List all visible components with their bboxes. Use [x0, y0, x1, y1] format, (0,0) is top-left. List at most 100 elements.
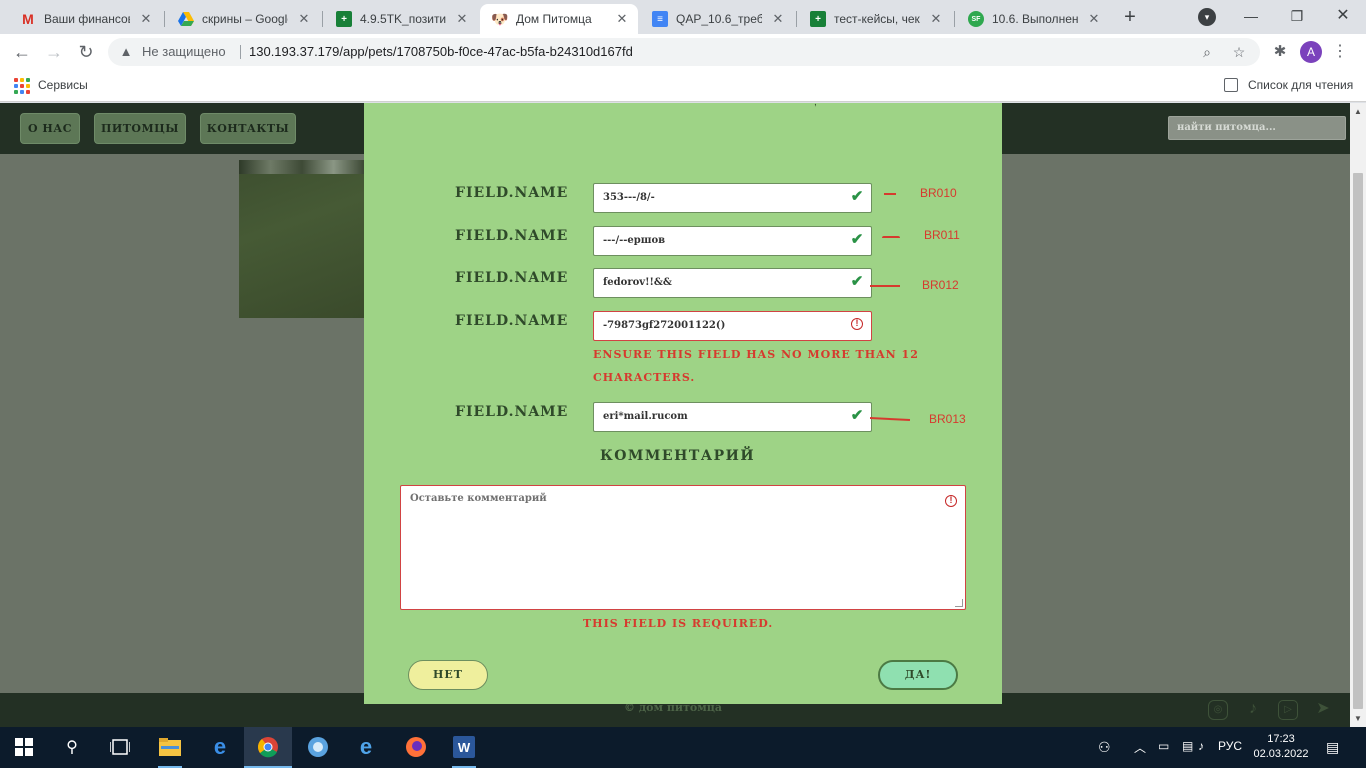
people-icon[interactable]: ⚇ — [1098, 739, 1111, 756]
tab-dom-pitomtsa[interactable]: 🐶 Дом Питомца ✕ — [480, 4, 638, 34]
dog-icon: 🐶 — [491, 10, 509, 27]
check-icon: ✔ — [850, 273, 864, 290]
tab-separator — [164, 11, 165, 27]
google-drive-icon — [178, 11, 194, 27]
forward-arrow-icon[interactable]: → — [42, 40, 66, 64]
reading-list-label[interactable]: Список для чтения — [1248, 78, 1353, 92]
battery-icon[interactable]: ▭ — [1158, 739, 1169, 753]
browser-toolbar: ← → ↻ ▲ Не защищено 130.193.37.179/app/p… — [0, 34, 1366, 70]
error-icon: ! — [945, 495, 957, 507]
new-tab-button[interactable]: + — [1118, 6, 1142, 30]
clock-date: 02.03.2022 — [1253, 748, 1309, 760]
task-view-icon[interactable] — [108, 735, 132, 759]
field-label: FIELD.NAME — [455, 228, 569, 244]
apps-grid-icon[interactable] — [14, 78, 30, 94]
address-bar[interactable]: ▲ Не защищено 130.193.37.179/app/pets/17… — [108, 38, 1260, 66]
security-label[interactable]: Не защищено — [142, 44, 226, 59]
bookmarks-bar: Сервисы Список для чтения — [0, 70, 1366, 102]
menu-icon[interactable]: ⋮ — [1332, 40, 1348, 64]
no-button[interactable]: Нет — [408, 660, 488, 690]
close-icon[interactable]: ✕ — [928, 11, 944, 27]
pet-photo-detail — [239, 160, 365, 174]
yes-button[interactable]: Да! — [878, 660, 958, 690]
reload-icon[interactable]: ↻ — [74, 40, 98, 64]
close-icon[interactable]: ✕ — [296, 11, 312, 27]
close-icon[interactable]: ✕ — [1086, 11, 1102, 27]
profile-avatar[interactable]: A — [1300, 41, 1322, 63]
nav-pets[interactable]: питомцы — [94, 113, 186, 144]
minimize-button[interactable]: — — [1228, 4, 1274, 28]
extensions-icon[interactable]: ✱ — [1270, 42, 1290, 62]
form-field-row: FIELD.NAME eri*mail.rucom ✔ — [364, 402, 1002, 432]
notification-icon[interactable]: ▤ — [1326, 739, 1339, 756]
windows-start-icon[interactable] — [12, 735, 36, 759]
close-icon[interactable]: ✕ — [614, 11, 630, 27]
tiktok-icon[interactable]: ♪ — [1243, 700, 1263, 720]
form-field-row: FIELD.NAME -79873gf272001122() ! — [364, 311, 1002, 341]
nav-about[interactable]: о нас — [20, 113, 80, 144]
nav-contacts[interactable]: контакты — [200, 113, 296, 144]
internet-explorer-icon[interactable]: e — [354, 734, 378, 759]
check-icon: ✔ — [850, 188, 864, 205]
messenger-icon[interactable] — [306, 735, 330, 759]
reading-list-icon[interactable] — [1224, 78, 1238, 92]
word-icon[interactable]: W — [452, 735, 476, 759]
scroll-up-arrow-icon[interactable]: ▲ — [1354, 107, 1362, 116]
page-scrollbar[interactable]: ▲ ▼ — [1350, 103, 1366, 727]
close-icon[interactable]: ✕ — [454, 11, 470, 27]
resize-handle[interactable] — [955, 599, 963, 607]
tab-separator — [954, 11, 955, 27]
tab-skillfactory[interactable]: SF 10.6. Выполнени ✕ — [956, 4, 1110, 34]
bookmark-services[interactable]: Сервисы — [38, 78, 88, 92]
scroll-down-arrow-icon[interactable]: ▼ — [1354, 714, 1362, 723]
telegram-icon[interactable]: ➤ — [1313, 700, 1333, 720]
language-indicator[interactable]: РУС — [1218, 739, 1242, 753]
form-field-row: FIELD.NAME 353---/8/- ✔ — [364, 183, 1002, 213]
close-icon[interactable]: ✕ — [770, 11, 786, 27]
tab-gmail[interactable]: M Ваши финансовые ✕ — [8, 4, 162, 34]
gmail-icon: M — [22, 11, 34, 27]
tab-title: Ваши финансовые — [44, 12, 130, 26]
firefox-icon[interactable] — [404, 735, 428, 759]
url-text[interactable]: 130.193.37.179/app/pets/1708750b-f0ce-47… — [249, 44, 633, 59]
tab-docs-requirements[interactable]: ≡ QAP_10.6_требов ✕ — [640, 4, 794, 34]
volume-icon[interactable]: ♪ — [1198, 739, 1204, 753]
warning-icon[interactable]: ▲ — [118, 44, 134, 60]
comment-error-message: This field is required. — [583, 617, 774, 630]
tab-sheets-positive[interactable]: + 4.9.5TK_позитив ✕ — [324, 4, 478, 34]
tab-search-icon[interactable]: ▾ — [1198, 8, 1216, 26]
text-input[interactable]: -79873gf272001122() — [593, 311, 872, 341]
network-icon[interactable]: ▤ — [1182, 739, 1193, 753]
scroll-thumb[interactable] — [1353, 173, 1363, 709]
text-input[interactable]: 353---/8/- — [593, 183, 872, 213]
comment-textarea[interactable]: Оставьте комментарий ! — [400, 485, 966, 610]
window-close-button[interactable]: ✕ — [1320, 4, 1366, 28]
chevron-up-icon[interactable]: ︿ — [1134, 739, 1146, 756]
bookmark-star-icon[interactable]: ☆ — [1230, 43, 1248, 61]
annotation-label: BR011 — [924, 228, 960, 242]
youtube-icon[interactable]: ▷ — [1278, 700, 1298, 720]
back-arrow-icon[interactable]: ← — [10, 40, 34, 64]
search-icon[interactable]: ⚲ — [60, 735, 84, 759]
divider — [240, 45, 241, 59]
instagram-icon[interactable]: ◎ — [1208, 700, 1228, 720]
tab-title: Дом Питомца — [516, 12, 592, 26]
edge-icon[interactable]: e — [208, 734, 232, 759]
clock[interactable]: 17:23 02.03.2022 — [1253, 732, 1309, 762]
text-input[interactable]: fedorov!!&& — [593, 268, 872, 298]
annotation-mark — [884, 193, 896, 195]
text-input[interactable]: ---/--ершов — [593, 226, 872, 256]
feedback-modal: , FIELD.NAME 353---/8/- ✔ FIELD.NAME ---… — [364, 103, 1002, 704]
close-icon[interactable]: ✕ — [138, 11, 154, 27]
zoom-search-icon[interactable]: ⌕ — [1198, 43, 1216, 61]
restore-button[interactable]: ❐ — [1274, 4, 1320, 28]
tab-google-drive[interactable]: скрины – Google ✕ — [166, 4, 320, 34]
email-field[interactable]: eri*mail.rucom — [593, 402, 872, 432]
tab-title: 4.9.5TK_позитив — [360, 12, 446, 26]
file-explorer-icon[interactable] — [158, 735, 182, 759]
annotation-label: BR010 — [920, 186, 957, 200]
chrome-icon[interactable] — [256, 735, 280, 759]
pet-search-input[interactable]: найти питомца... — [1168, 116, 1346, 140]
google-sheets-icon: + — [810, 11, 826, 27]
tab-sheets-testcases[interactable]: + тест-кейсы, чек-л ✕ — [798, 4, 952, 34]
